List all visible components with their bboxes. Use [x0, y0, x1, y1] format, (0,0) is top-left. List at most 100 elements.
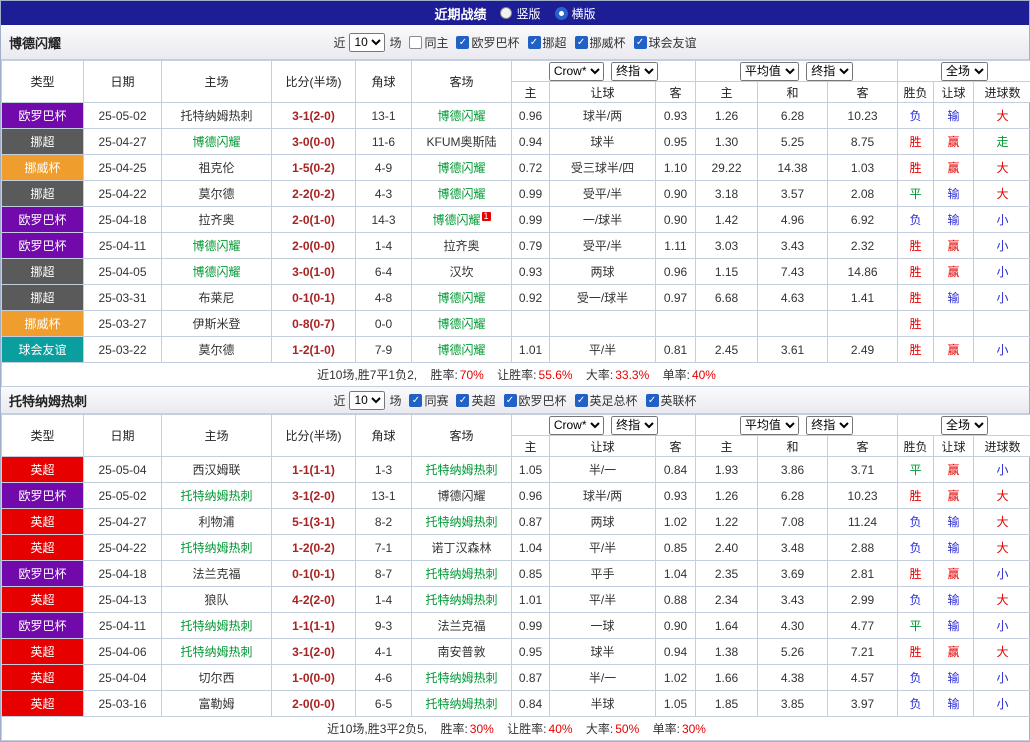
same-home-filter[interactable]: 同主 [409, 34, 448, 51]
team-name-link[interactable]: 法兰克福 [437, 619, 485, 633]
league-filter-premier-league[interactable]: 英超 [456, 392, 495, 409]
bookmaker-select[interactable]: Crow* [549, 416, 604, 435]
match-score-link[interactable]: 3-1(2-0) [272, 483, 356, 509]
team-name-link[interactable]: 富勒姆 [198, 697, 234, 711]
win-rate-stat: 胜率:70% [430, 368, 483, 382]
team-name-link[interactable]: 利物浦 [198, 515, 234, 529]
handicap-result-flag: 输 [934, 665, 974, 691]
team-name-link[interactable]: 托特纳姆热刺 [180, 489, 252, 503]
final-index-select[interactable]: 终指 [806, 62, 853, 81]
team-name-link[interactable]: 托特纳姆热刺 [425, 697, 497, 711]
asian-away-odds: 0.81 [656, 337, 696, 363]
team-name-link[interactable]: 诺丁汉森林 [431, 541, 491, 555]
team-name-link[interactable]: 南安普敦 [437, 645, 485, 659]
team-name-link[interactable]: 博德闪耀 [437, 317, 485, 331]
team-name-link[interactable]: 法兰克福 [192, 567, 240, 581]
team-name-link[interactable]: 博德闪耀 [437, 343, 485, 357]
team-name-link[interactable]: 托特纳姆热刺 [425, 593, 497, 607]
match-score-link[interactable]: 1-0(0-0) [272, 665, 356, 691]
league-type-badge: 欧罗巴杯 [2, 561, 84, 587]
scope-select[interactable]: 全场 [941, 62, 988, 81]
final-index-select[interactable]: 终指 [611, 416, 658, 435]
handicap-result-flag: 输 [934, 535, 974, 561]
home-team-cell: 博德闪耀 [162, 259, 272, 285]
layout-option-vertical[interactable]: 竖版 [500, 5, 540, 22]
team-name-link[interactable]: 博德闪耀 [432, 213, 480, 227]
match-score-link[interactable]: 2-2(0-2) [272, 181, 356, 207]
league-filter-eliteserien[interactable]: 挪超 [528, 34, 567, 51]
team-name-link[interactable]: 博德闪耀 [192, 135, 240, 149]
team-name-link[interactable]: 托特纳姆热刺 [180, 541, 252, 555]
match-score-link[interactable]: 2-0(0-0) [272, 233, 356, 259]
team-name-link[interactable]: 托特纳姆热刺 [425, 671, 497, 685]
team-name-link[interactable]: 博德闪耀 [437, 109, 485, 123]
match-score-link[interactable]: 5-1(3-1) [272, 509, 356, 535]
match-date: 25-04-04 [84, 665, 162, 691]
league-filter-efl-cup[interactable]: 英联杯 [646, 392, 697, 409]
match-date: 25-04-18 [84, 561, 162, 587]
team-name-link[interactable]: 拉齐奥 [443, 239, 479, 253]
bookmaker-select[interactable]: Crow* [549, 62, 604, 81]
team-name-link[interactable]: 托特纳姆热刺 [425, 463, 497, 477]
league-filter-europa[interactable]: 欧罗巴杯 [456, 34, 519, 51]
team-name-link[interactable]: 博德闪耀 [437, 291, 485, 305]
match-score-link[interactable]: 4-2(2-0) [272, 587, 356, 613]
league-filter-club-friendly[interactable]: 球会友谊 [634, 34, 697, 51]
league-filter-europa[interactable]: 欧罗巴杯 [504, 392, 567, 409]
team-name-link[interactable]: 博德闪耀 [192, 239, 240, 253]
match-score-link[interactable]: 2-0(0-0) [272, 691, 356, 717]
team-name-link[interactable]: 博德闪耀 [192, 265, 240, 279]
team-name-link[interactable]: 西汉姆联 [192, 463, 240, 477]
final-index-select[interactable]: 终指 [611, 62, 658, 81]
match-score-link[interactable]: 1-5(0-2) [272, 155, 356, 181]
team-name-link[interactable]: 拉齐奥 [198, 213, 234, 227]
sub-header-euro-draw: 和 [758, 82, 828, 103]
match-score-link[interactable]: 1-1(1-1) [272, 457, 356, 483]
match-score-link[interactable]: 3-0(1-0) [272, 259, 356, 285]
match-score-link[interactable]: 0-1(0-1) [272, 285, 356, 311]
average-select[interactable]: 平均值 [740, 62, 799, 81]
match-score-link[interactable]: 3-0(0-0) [272, 129, 356, 155]
matches-table-tottenham: 类型 日期 主场 比分(半场) 角球 客场 Crow* 终指 平均值 终指 全场 [1, 414, 1030, 741]
team-name-link[interactable]: 博德闪耀 [437, 161, 485, 175]
team-name-link[interactable]: 托特纳姆热刺 [180, 109, 252, 123]
average-select[interactable]: 平均值 [740, 416, 799, 435]
euro-away-odds: 2.88 [828, 535, 898, 561]
match-score-link[interactable]: 1-1(1-1) [272, 613, 356, 639]
team-name-link[interactable]: 布莱尼 [198, 291, 234, 305]
scope-select[interactable]: 全场 [941, 416, 988, 435]
col-header-score: 比分(半场) [272, 61, 356, 103]
match-row: 英超25-04-04切尔西1-0(0-0)4-6托特纳姆热刺0.87半/一1.0… [2, 665, 1030, 691]
team-name-link[interactable]: KFUM奥斯陆 [427, 135, 497, 149]
team-name-link[interactable]: 伊斯米登 [192, 317, 240, 331]
asian-away-odds: 1.10 [656, 155, 696, 181]
team-name-link[interactable]: 切尔西 [198, 671, 234, 685]
league-filter-norway-cup[interactable]: 挪威杯 [575, 34, 626, 51]
team-name-link[interactable]: 托特纳姆热刺 [180, 645, 252, 659]
match-score-link[interactable]: 0-8(0-7) [272, 311, 356, 337]
same-competition-filter[interactable]: 同赛 [409, 392, 448, 409]
team-name-link[interactable]: 祖克伦 [198, 161, 234, 175]
team-name-link[interactable]: 托特纳姆热刺 [425, 567, 497, 581]
team-name-link[interactable]: 托特纳姆热刺 [180, 619, 252, 633]
team-name-link[interactable]: 托特纳姆热刺 [425, 515, 497, 529]
final-index-select[interactable]: 终指 [806, 416, 853, 435]
match-count-select[interactable]: 10 [349, 391, 385, 410]
team-name-link[interactable]: 莫尔德 [198, 187, 234, 201]
match-score-link[interactable]: 1-2(1-0) [272, 337, 356, 363]
team-name-link[interactable]: 博德闪耀 [437, 489, 485, 503]
match-score-link[interactable]: 3-1(2-0) [272, 103, 356, 129]
team-name-link[interactable]: 莫尔德 [198, 343, 234, 357]
match-score-link[interactable]: 0-1(0-1) [272, 561, 356, 587]
layout-option-horizontal[interactable]: 横版 [555, 5, 596, 22]
team-name-link[interactable]: 狼队 [204, 593, 228, 607]
team-name-link[interactable]: 汉坎 [449, 265, 473, 279]
match-score-link[interactable]: 3-1(2-0) [272, 639, 356, 665]
match-score-link[interactable]: 1-2(0-2) [272, 535, 356, 561]
match-count-select[interactable]: 10 [349, 33, 385, 52]
match-score-link[interactable]: 2-0(1-0) [272, 207, 356, 233]
league-filter-fa-cup[interactable]: 英足总杯 [575, 392, 638, 409]
checkbox-label: 球会友谊 [649, 34, 697, 51]
goals-result-flag: 大 [974, 155, 1030, 181]
team-name-link[interactable]: 博德闪耀 [437, 187, 485, 201]
